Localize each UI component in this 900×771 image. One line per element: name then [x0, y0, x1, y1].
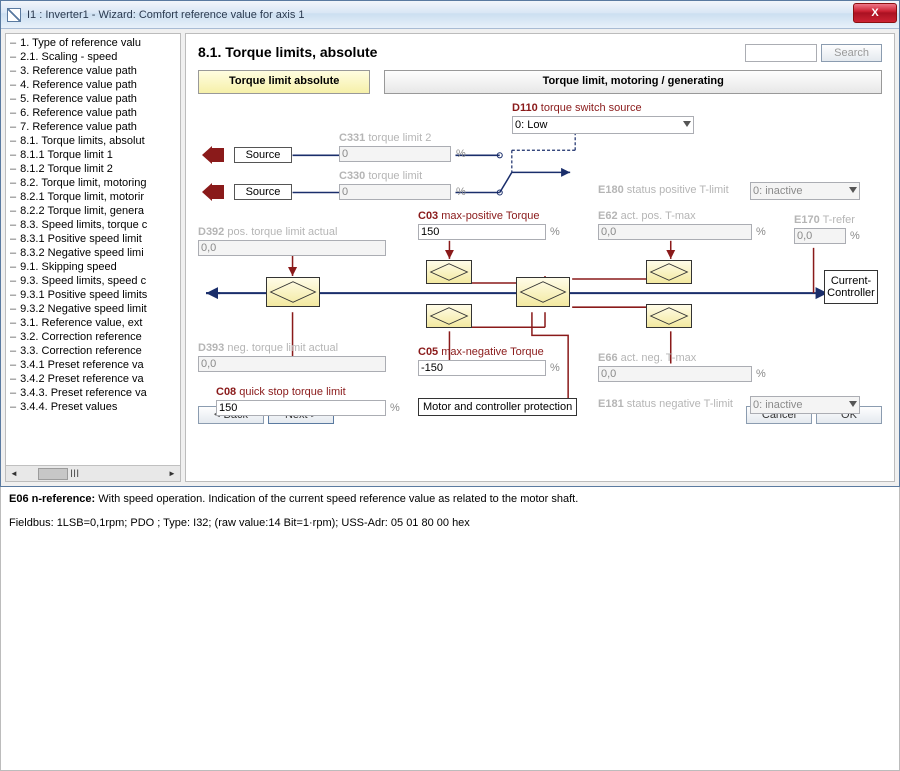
- limiter-top-small-icon: [426, 260, 472, 284]
- e180-combo[interactable]: 0: inactive: [750, 182, 860, 200]
- source1-button[interactable]: Source: [234, 147, 292, 163]
- tree-item[interactable]: 3.4.1 Preset reference va: [6, 358, 180, 372]
- e170-field: 0,0: [794, 228, 846, 244]
- tree-item[interactable]: 4. Reference value path: [6, 78, 180, 92]
- d393-label: D393 neg. torque limit actual: [198, 342, 338, 354]
- tree-item[interactable]: 8.1.2 Torque limit 2: [6, 162, 180, 176]
- limiter-right-bot-icon: [646, 304, 692, 328]
- current-controller-block: Current-Controller: [824, 270, 878, 304]
- search-button[interactable]: Search: [821, 44, 882, 62]
- tree-item[interactable]: 9.3.1 Positive speed limits: [6, 288, 180, 302]
- e62-field: 0,0: [598, 224, 752, 240]
- page-title: 8.1. Torque limits, absolute: [198, 44, 377, 60]
- search-box: Search: [745, 44, 882, 62]
- tree-item[interactable]: 5. Reference value path: [6, 92, 180, 106]
- d110-combo[interactable]: 0: Low: [512, 116, 694, 134]
- c08-label: C08 quick stop torque limit: [216, 386, 346, 398]
- e170-unit: %: [850, 230, 860, 242]
- status-line2: Fieldbus: 1LSB=0,1rpm; PDO ; Type: I32; …: [9, 517, 891, 529]
- tree-item[interactable]: 3.4.3. Preset reference va: [6, 386, 180, 400]
- tree-item[interactable]: 2.1. Scaling - speed: [6, 50, 180, 64]
- status-panel: E06 n-reference: With speed operation. I…: [0, 487, 900, 771]
- c08-unit: %: [390, 402, 400, 414]
- c08-field[interactable]: 150: [216, 400, 386, 416]
- c330-label: C330 torque limit: [339, 170, 422, 182]
- app-icon: [7, 8, 21, 22]
- tree-item[interactable]: 8.3.2 Negative speed limi: [6, 246, 180, 260]
- tree-item[interactable]: 3.1. Reference value, ext: [6, 316, 180, 330]
- e180-label: E180 status positive T-limit: [598, 184, 729, 196]
- tree-item[interactable]: 8.2. Torque limit, motoring: [6, 176, 180, 190]
- d393-field: 0,0: [198, 356, 386, 372]
- e66-field: 0,0: [598, 366, 752, 382]
- e170-label: E170 T-refer: [794, 214, 855, 226]
- tab-bar: Torque limit absolute Torque limit, moto…: [198, 70, 882, 94]
- status-line1: E06 n-reference: With speed operation. I…: [9, 493, 891, 505]
- e66-unit: %: [756, 368, 766, 380]
- c330-unit: %: [456, 186, 466, 198]
- tree-item[interactable]: 7. Reference value path: [6, 120, 180, 134]
- tree-item[interactable]: 9.3. Speed limits, speed c: [6, 274, 180, 288]
- tree-item[interactable]: 3.2. Correction reference: [6, 330, 180, 344]
- e181-label: E181 status negative T-limit: [598, 398, 733, 410]
- tree-item[interactable]: 8.1.1 Torque limit 1: [6, 148, 180, 162]
- motor-protection-button[interactable]: Motor and controller protection: [418, 398, 577, 416]
- e181-combo[interactable]: 0: inactive: [750, 396, 860, 414]
- tree-item[interactable]: 3.4.2 Preset reference va: [6, 372, 180, 386]
- c05-label: C05 max-negative Torque: [418, 346, 544, 358]
- source2-arrow-icon: [210, 185, 224, 199]
- diagram-area: D110 torque switch source 0: Low C331 to…: [198, 102, 882, 402]
- tree-item[interactable]: 9.3.2 Negative speed limit: [6, 302, 180, 316]
- tree-item[interactable]: 6. Reference value path: [6, 106, 180, 120]
- tab-motoring-generating[interactable]: Torque limit, motoring / generating: [384, 70, 882, 94]
- tree-item[interactable]: 8.1. Torque limits, absolut: [6, 134, 180, 148]
- e66-label: E66 act. neg. T-max: [598, 352, 696, 364]
- tree-item[interactable]: 8.2.2 Torque limit, genera: [6, 204, 180, 218]
- d392-label: D392 pos. torque limit actual: [198, 226, 337, 238]
- d110-label: D110 torque switch source: [512, 102, 642, 114]
- c331-label: C331 torque limit 2: [339, 132, 431, 144]
- tree-item[interactable]: 3.3. Correction reference: [6, 344, 180, 358]
- scroll-right-icon[interactable]: ►: [164, 467, 180, 481]
- e62-unit: %: [756, 226, 766, 238]
- search-input[interactable]: [745, 44, 817, 62]
- scroll-thumb[interactable]: [38, 468, 68, 480]
- c331-unit: %: [456, 148, 466, 160]
- source2-button[interactable]: Source: [234, 184, 292, 200]
- scroll-left-icon[interactable]: ◄: [6, 467, 22, 481]
- c03-unit: %: [550, 226, 560, 238]
- tab-absolute[interactable]: Torque limit absolute: [198, 70, 370, 94]
- tree-item[interactable]: 1. Type of reference valu: [6, 36, 180, 50]
- c05-field[interactable]: -150: [418, 360, 546, 376]
- tree-overflow-indicator: III: [68, 468, 81, 480]
- tree-item[interactable]: 3. Reference value path: [6, 64, 180, 78]
- nav-tree-panel: 1. Type of reference valu2.1. Scaling - …: [5, 33, 181, 482]
- c331-field[interactable]: 0: [339, 146, 451, 162]
- tree-item[interactable]: 9.1. Skipping speed: [6, 260, 180, 274]
- limiter-bot-small-icon: [426, 304, 472, 328]
- limiter-center-icon: [516, 277, 570, 307]
- tree-hscroll[interactable]: ◄ III ►: [6, 465, 180, 481]
- wizard-window: I1 : Inverter1 - Wizard: Comfort referen…: [0, 0, 900, 487]
- source1-arrow-icon: [210, 148, 224, 162]
- c03-label: C03 max-positive Torque: [418, 210, 539, 222]
- c330-field[interactable]: 0: [339, 184, 451, 200]
- tree-item[interactable]: 8.3. Speed limits, torque c: [6, 218, 180, 232]
- window-body: 1. Type of reference valu2.1. Scaling - …: [1, 29, 899, 486]
- tree-item[interactable]: 3.4.4. Preset values: [6, 400, 180, 414]
- d392-field: 0,0: [198, 240, 386, 256]
- close-button[interactable]: X: [853, 3, 897, 23]
- limiter-left-icon: [266, 277, 320, 307]
- main-panel: 8.1. Torque limits, absolute Search Torq…: [185, 33, 895, 482]
- c03-field[interactable]: 150: [418, 224, 546, 240]
- window-title: I1 : Inverter1 - Wizard: Comfort referen…: [27, 9, 305, 21]
- limiter-right-top-icon: [646, 260, 692, 284]
- nav-tree[interactable]: 1. Type of reference valu2.1. Scaling - …: [6, 34, 180, 474]
- tree-item[interactable]: 8.2.1 Torque limit, motorir: [6, 190, 180, 204]
- e62-label: E62 act. pos. T-max: [598, 210, 696, 222]
- tree-item[interactable]: 8.3.1 Positive speed limit: [6, 232, 180, 246]
- c05-unit: %: [550, 362, 560, 374]
- titlebar: I1 : Inverter1 - Wizard: Comfort referen…: [1, 1, 899, 29]
